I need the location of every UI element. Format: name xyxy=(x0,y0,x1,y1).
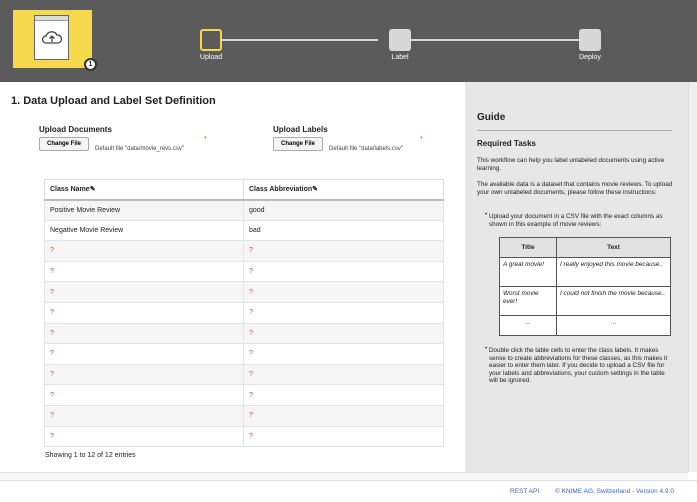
class-abbreviation-cell[interactable]: ? xyxy=(243,384,444,406)
class-name-cell[interactable]: ? xyxy=(44,384,244,406)
vertical-scrollbar[interactable] xyxy=(688,82,697,472)
class-name-cell[interactable]: ? xyxy=(44,343,244,365)
documents-default-file: Default file "data/movie_revs.csv" xyxy=(95,146,184,152)
example-cell: I really enjoyed this movie because.. xyxy=(556,257,671,287)
edit-icon: ✎ xyxy=(312,186,319,194)
class-abbreviation-cell[interactable]: ? xyxy=(243,404,444,427)
class-name-cell[interactable]: ? xyxy=(44,260,244,283)
class-abbreviation-cell[interactable]: ? xyxy=(243,363,444,386)
example-cell: Worst movie ever! xyxy=(499,286,557,316)
table-row: Negative Movie Review bad xyxy=(44,219,444,242)
table-row: ?? xyxy=(44,301,444,324)
footer: REST API © KNIME AG, Switzerland - Versi… xyxy=(0,480,697,502)
guide-paragraph: This workflow can help you label unlabel… xyxy=(477,157,665,172)
class-name-cell[interactable]: ? xyxy=(44,240,244,262)
step-number-badge: 1 xyxy=(84,58,97,71)
bullet-point: • xyxy=(485,346,488,352)
step-upload-label: Upload xyxy=(199,54,223,61)
guide-paragraph: The available data is a dataset that con… xyxy=(477,181,673,196)
class-abbreviation-cell[interactable]: ? xyxy=(243,322,444,345)
guide-subtitle: Required Tasks xyxy=(477,139,536,148)
guide-title: Guide xyxy=(477,112,506,123)
table-row: Positive Movie Review good xyxy=(44,199,444,221)
class-name-cell[interactable]: Negative Movie Review xyxy=(44,219,244,242)
table-row: ?? xyxy=(44,343,444,365)
guide-list-item: Upload your document in a CSV file with … xyxy=(489,213,663,228)
stepper-connector xyxy=(222,39,378,41)
class-name-cell[interactable]: ? xyxy=(44,425,244,448)
page-title: 1. Data Upload and Label Set Definition xyxy=(11,95,216,107)
example-header-text: Text xyxy=(556,237,671,258)
step-label-label: Label xyxy=(391,54,409,61)
table-row: ?? xyxy=(44,281,444,303)
bullet-point: • xyxy=(485,212,488,218)
guide-divider xyxy=(477,130,672,131)
class-table: Class Name✎ Class Abbreviation✎ Positive… xyxy=(44,179,444,448)
horizontal-scrollbar[interactable] xyxy=(0,472,688,480)
table-row: ?? xyxy=(44,425,444,448)
guide-list-item: Double click the table cells to enter th… xyxy=(489,347,668,384)
change-documents-file-button[interactable]: Change File xyxy=(39,137,89,151)
step-deploy-label: Deploy xyxy=(579,54,601,61)
table-row: ?? xyxy=(44,404,444,427)
upload-cloud-icon xyxy=(34,15,69,60)
class-abbreviation-cell[interactable]: good xyxy=(243,199,444,221)
change-labels-file-button[interactable]: Change File xyxy=(273,137,323,151)
table-info: Showing 1 to 12 of 12 entries xyxy=(45,452,136,459)
copyright-text: © KNIME AG, Switzerland - Version 4.9.0 xyxy=(555,488,674,495)
class-name-cell[interactable]: ? xyxy=(44,281,244,303)
table-row: ?? xyxy=(44,363,444,386)
edit-icon: ✎ xyxy=(89,186,96,194)
step-upload-marker[interactable] xyxy=(200,29,222,51)
column-header-class-abbreviation[interactable]: Class Abbreviation✎ xyxy=(243,179,444,201)
guide-panel: Guide Required Tasks This workflow can h… xyxy=(465,82,688,472)
class-abbreviation-cell[interactable]: ? xyxy=(243,260,444,283)
step-label-marker[interactable] xyxy=(389,29,411,51)
class-name-cell[interactable]: ? xyxy=(44,363,244,386)
column-header-class-name[interactable]: Class Name✎ xyxy=(44,179,244,201)
example-table: Title Text A great movie! I really enjoy… xyxy=(499,237,671,336)
class-abbreviation-cell[interactable]: ? xyxy=(243,425,444,448)
table-row: ?? xyxy=(44,384,444,406)
class-name-cell[interactable]: Positive Movie Review xyxy=(44,199,244,221)
labels-default-file: Default file "data/labels.csv" xyxy=(329,146,403,152)
class-name-cell[interactable]: ? xyxy=(44,322,244,345)
class-abbreviation-cell[interactable]: ? xyxy=(243,343,444,365)
class-name-cell[interactable]: ? xyxy=(44,404,244,427)
step-deploy-marker[interactable] xyxy=(579,29,601,51)
required-marker: * xyxy=(420,136,423,143)
class-abbreviation-cell[interactable]: ? xyxy=(243,240,444,262)
class-name-cell[interactable]: ? xyxy=(44,301,244,324)
table-row: ?? xyxy=(44,322,444,345)
required-marker: * xyxy=(204,136,207,143)
upload-labels-label: Upload Labels xyxy=(273,125,328,134)
app-header: 1 Upload Label Deploy xyxy=(0,0,697,82)
workflow-badge xyxy=(13,10,92,68)
class-abbreviation-cell[interactable]: ? xyxy=(243,301,444,324)
example-cell: ... xyxy=(556,315,671,336)
rest-api-link[interactable]: REST API xyxy=(510,488,539,495)
upload-documents-label: Upload Documents xyxy=(39,125,112,134)
main-panel: 1. Data Upload and Label Set Definition … xyxy=(0,82,463,472)
example-header-title: Title xyxy=(499,237,557,258)
table-row: ?? xyxy=(44,240,444,262)
table-row: ?? xyxy=(44,260,444,283)
class-abbreviation-cell[interactable]: ? xyxy=(243,281,444,303)
example-cell: ... xyxy=(499,315,557,336)
example-cell: I could not finish the movie because.. xyxy=(556,286,671,316)
stepper-connector xyxy=(411,39,579,41)
example-cell: A great movie! xyxy=(499,257,557,287)
class-abbreviation-cell[interactable]: bad xyxy=(243,219,444,242)
